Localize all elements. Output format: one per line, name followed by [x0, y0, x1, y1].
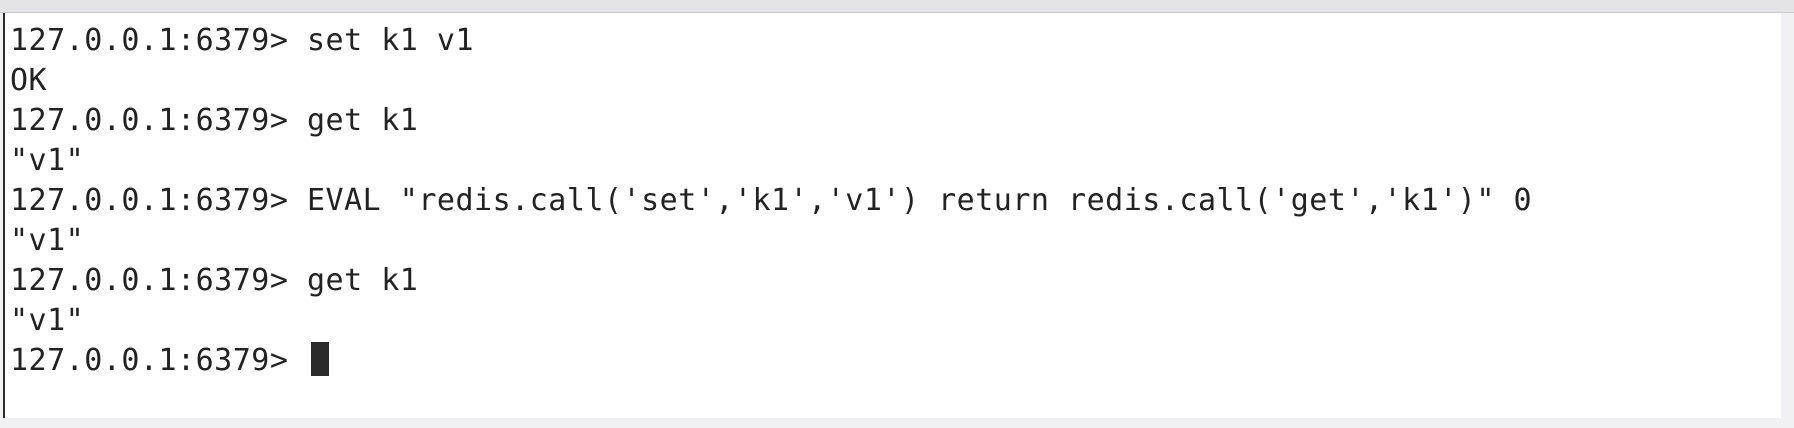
prompt: 127.0.0.1:6379> [10, 23, 307, 58]
terminal-lines: 127.0.0.1:6379> set k1 v1 OK 127.0.0.1:6… [10, 21, 1532, 381]
command-text: get k1 [306, 103, 419, 138]
terminal-line: "v1" [10, 301, 1532, 341]
prompt: 127.0.0.1:6379> [10, 343, 307, 378]
terminal-window: 127.0.0.1:6379> set k1 v1 OK 127.0.0.1:6… [0, 0, 1794, 428]
prompt: 127.0.0.1:6379> [10, 103, 307, 138]
output-text: "v1" [10, 143, 85, 178]
command-text: set k1 v1 [306, 23, 475, 58]
command-text: EVAL "redis.call('set','k1','v1') return… [306, 183, 1533, 218]
output-text: "v1" [10, 223, 85, 258]
prompt: 127.0.0.1:6379> [10, 183, 307, 218]
terminal-line: 127.0.0.1:6379> [10, 341, 1532, 381]
command-text: get k1 [306, 263, 419, 298]
terminal-line: 127.0.0.1:6379> set k1 v1 [10, 21, 1532, 61]
terminal-line: 127.0.0.1:6379> get k1 [10, 101, 1532, 141]
output-text: "v1" [10, 303, 85, 338]
terminal-line: 127.0.0.1:6379> EVAL "redis.call('set','… [10, 181, 1532, 221]
terminal-line: "v1" [10, 221, 1532, 261]
terminal-line: "v1" [10, 141, 1532, 181]
output-text: OK [10, 63, 48, 98]
prompt: 127.0.0.1:6379> [10, 263, 307, 298]
terminal-line: 127.0.0.1:6379> get k1 [10, 261, 1532, 301]
menu-bar [0, 0, 1794, 13]
terminal-output[interactable]: 127.0.0.1:6379> set k1 v1 OK 127.0.0.1:6… [3, 13, 1781, 418]
window-bottom-edge [0, 418, 1794, 428]
terminal-line: OK [10, 61, 1532, 101]
text-cursor [310, 342, 329, 376]
